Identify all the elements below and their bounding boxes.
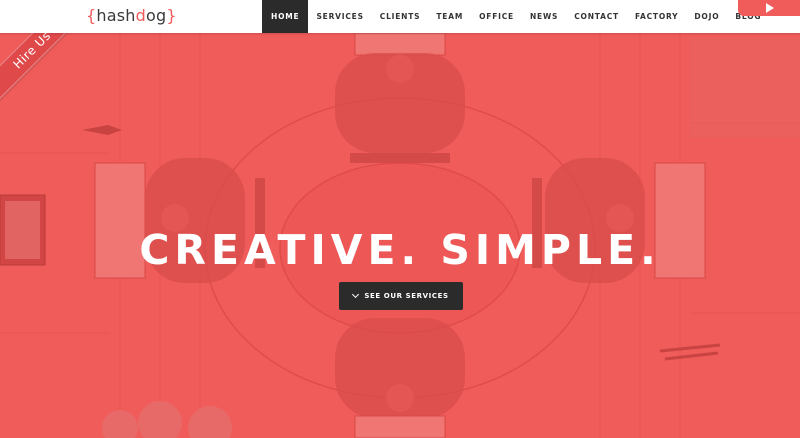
chevron-down-icon — [352, 290, 360, 299]
nav-news[interactable]: NEWS — [522, 0, 566, 33]
logo[interactable]: {hashdog} — [86, 6, 177, 25]
cta-label: SEE OUR SERVICES — [364, 292, 449, 300]
logo-text-og: og — [145, 6, 167, 25]
top-nav: {hashdog} HOME SERVICES CLIENTS TEAM OFF… — [0, 0, 800, 33]
play-button[interactable] — [738, 0, 800, 16]
see-services-button[interactable]: SEE OUR SERVICES — [339, 282, 463, 310]
nav-contact[interactable]: CONTACT — [566, 0, 627, 33]
play-icon — [766, 3, 774, 13]
logo-brace-close: } — [166, 6, 177, 25]
nav-dojo[interactable]: DOJO — [686, 0, 727, 33]
nav-home[interactable]: HOME — [262, 0, 309, 33]
nav-office[interactable]: OFFICE — [471, 0, 522, 33]
logo-text-d: d — [135, 6, 146, 25]
nav-services[interactable]: SERVICES — [308, 0, 371, 33]
nav-factory[interactable]: FACTORY — [627, 0, 686, 33]
hero-headline: CREATIVE. SIMPLE. — [139, 226, 661, 274]
logo-text-hash: hash — [96, 6, 136, 25]
nav-team[interactable]: TEAM — [428, 0, 471, 33]
nav-clients[interactable]: CLIENTS — [372, 0, 429, 33]
main-menu: HOME SERVICES CLIENTS TEAM OFFICE NEWS C… — [262, 0, 769, 33]
logo-brace-open: { — [86, 6, 97, 25]
